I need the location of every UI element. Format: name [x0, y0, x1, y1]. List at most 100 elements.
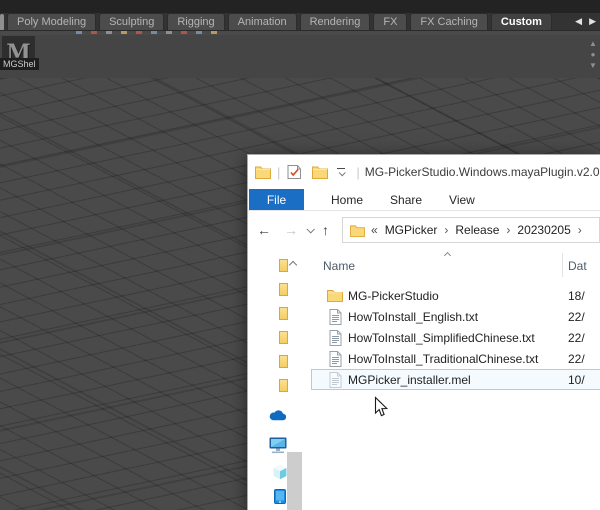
text-file-icon	[327, 351, 343, 367]
shelf-tabs: Poly ModelingSculptingRiggingAnimationRe…	[7, 12, 555, 30]
scroll-thumb-icon[interactable]: ●	[586, 49, 600, 60]
window-title: MG-PickerStudio.Windows.mayaPlugin.v2.0.…	[365, 165, 600, 179]
shelf-icon-peek	[76, 31, 82, 34]
breadcrumb-20230205[interactable]: 20230205	[517, 223, 570, 237]
tree-folder-icon[interactable]	[279, 307, 288, 320]
shelf-icon-peek	[151, 31, 157, 34]
recent-locations-dropdown-button[interactable]	[307, 227, 313, 233]
breadcrumb-chevron[interactable]: ›	[506, 223, 510, 237]
scroll-up-icon[interactable]: ▲	[586, 38, 600, 49]
text-file-icon	[327, 330, 343, 346]
forward-button[interactable]: →	[284, 223, 298, 237]
file-name: HowToInstall_English.txt	[348, 310, 478, 324]
ribbon-tab-share[interactable]: Share	[390, 189, 422, 210]
shelf-icon-peek	[211, 31, 217, 34]
address-bar[interactable]: « MGPicker › Release › 20230205 ›	[342, 217, 600, 243]
address-folder-icon	[349, 222, 365, 238]
mouse-cursor	[374, 396, 389, 423]
file-date: 22/	[568, 352, 585, 366]
tree-folder-icon[interactable]	[279, 379, 288, 392]
tree-collapse-icon[interactable]	[289, 261, 297, 269]
quick-access-new-folder-button[interactable]	[311, 163, 329, 181]
quick-access-dropdown-button[interactable]	[335, 168, 347, 176]
maya-panel-scroll-widget: ▲ ● ▼	[586, 38, 600, 71]
file-row[interactable]: HowToInstall_English.txt 22/	[311, 306, 600, 327]
mel-file-icon	[327, 372, 343, 388]
column-header-name[interactable]: Name	[323, 259, 355, 273]
file-date: 18/	[568, 289, 585, 303]
shelf-icon-peek	[136, 31, 142, 34]
window-folder-icon	[254, 163, 272, 181]
shelf-tab-scroll-controls: ◀ ▶	[575, 12, 600, 30]
file-row[interactable]: MGPicker_installer.mel 10/	[311, 369, 600, 390]
ribbon-tab-home[interactable]: Home	[331, 189, 363, 210]
file-name: MGPicker_installer.mel	[348, 373, 471, 387]
text-file-icon	[327, 309, 343, 325]
breadcrumb-mgpicker[interactable]: MGPicker	[385, 223, 438, 237]
tree-folder-icon[interactable]	[279, 355, 288, 368]
breadcrumb: MGPicker › Release › 20230205 ›	[378, 223, 582, 237]
this-pc-icon[interactable]	[269, 437, 287, 459]
titlebar-separator: |	[356, 165, 359, 180]
quick-access-properties-button[interactable]	[285, 163, 303, 181]
file-explorer-window: | | MG-PickerStudio.Windows.mayaPlugin.v…	[247, 154, 600, 510]
tree-folder-icon[interactable]	[279, 331, 288, 344]
column-header-date[interactable]: Dat	[568, 259, 587, 273]
shelf-icon-peek	[106, 31, 112, 34]
shelf-tab-fx[interactable]: FX	[373, 13, 407, 30]
device-icon[interactable]	[274, 489, 286, 509]
breadcrumb-chevron[interactable]: ›	[578, 223, 582, 237]
file-name: MG-PickerStudio	[348, 289, 439, 303]
ribbon-tab-view[interactable]: View	[449, 189, 475, 210]
shelf-icon-peek	[181, 31, 187, 34]
up-button[interactable]: ↑	[322, 223, 329, 237]
shelf-icon-peek	[91, 31, 97, 34]
navpane-scrollbar[interactable]	[287, 452, 302, 510]
shelf-tab-poly-modeling[interactable]: Poly Modeling	[7, 13, 96, 30]
breadcrumb-chevron[interactable]: ›	[444, 223, 448, 237]
shelf-tab-animation[interactable]: Animation	[228, 13, 297, 30]
file-list-header: Name Dat	[311, 251, 600, 281]
file-row[interactable]: HowToInstall_TraditionalChinese.txt 22/	[311, 348, 600, 369]
file-name: HowToInstall_TraditionalChinese.txt	[348, 352, 538, 366]
shelf-tabs-scroll-left-icon[interactable]: ◀	[575, 17, 582, 26]
tree-folder-icon[interactable]	[279, 283, 288, 296]
shelf-button-label: MGShel	[0, 58, 39, 70]
clipped-shelf-tab[interactable]	[0, 14, 4, 30]
tree-folder-icon[interactable]	[279, 259, 288, 272]
breadcrumb-overflow-button[interactable]: «	[371, 223, 378, 237]
shelf-icon-peek	[166, 31, 172, 34]
shelf-tab-rigging[interactable]: Rigging	[167, 13, 224, 30]
file-date: 22/	[568, 310, 585, 324]
onedrive-icon[interactable]	[269, 408, 286, 426]
shelf-tab-sculpting[interactable]: Sculpting	[99, 13, 164, 30]
maya-shelf: M MGShel	[0, 35, 600, 78]
shelf-icon-peek	[196, 31, 202, 34]
scroll-down-icon[interactable]: ▼	[586, 60, 600, 71]
chevron-down-icon	[339, 169, 346, 176]
file-row[interactable]: HowToInstall_SimplifiedChinese.txt 22/	[311, 327, 600, 348]
shelf-icon-peek	[121, 31, 127, 34]
file-date: 22/	[568, 331, 585, 345]
titlebar-separator: |	[277, 165, 280, 180]
file-name: HowToInstall_SimplifiedChinese.txt	[348, 331, 535, 345]
file-date: 10/	[568, 373, 585, 387]
address-toolbar: ← → ↑ « MGPicker › Release › 20230205 ›	[248, 212, 600, 248]
file-row[interactable]: MG-PickerStudio 18/	[311, 285, 600, 306]
column-divider[interactable]	[562, 253, 563, 277]
sort-ascending-icon	[444, 252, 451, 259]
folder-icon	[327, 288, 343, 304]
shelf-tab-rendering[interactable]: Rendering	[300, 13, 371, 30]
mgpicker-shelf-button[interactable]: M MGShel	[2, 36, 35, 69]
file-list: MG-PickerStudio 18/HowToInstall_English.t…	[311, 285, 600, 390]
breadcrumb-release[interactable]: Release	[455, 223, 499, 237]
ribbon-tab-file[interactable]: File	[249, 189, 304, 210]
back-button[interactable]: ←	[257, 223, 271, 237]
explorer-titlebar[interactable]: | | MG-PickerStudio.Windows.mayaPlugin.v…	[248, 155, 600, 189]
shelf-tabs-scroll-right-icon[interactable]: ▶	[589, 17, 596, 26]
chevron-down-icon	[306, 225, 314, 233]
3d-objects-icon[interactable]	[273, 464, 287, 485]
shelf-tab-custom[interactable]: Custom	[491, 13, 552, 30]
ribbon-tab-bar: File Home Share View	[248, 189, 600, 211]
shelf-tab-fx-caching[interactable]: FX Caching	[410, 13, 487, 30]
